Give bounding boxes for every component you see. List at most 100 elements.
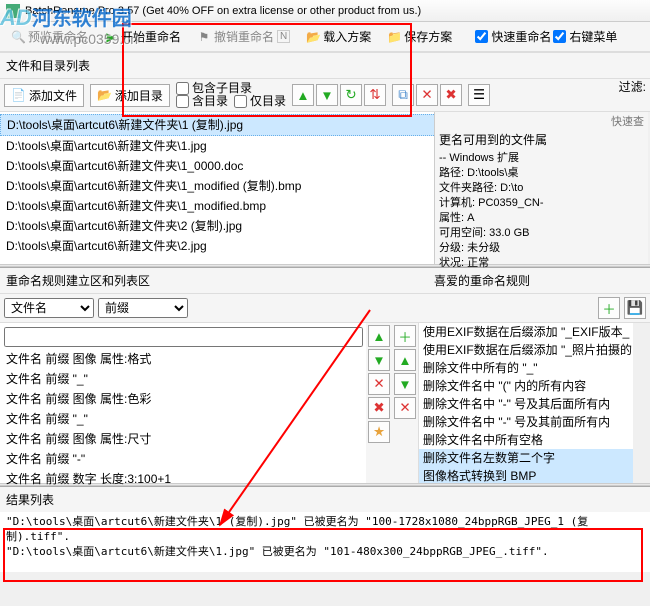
play-icon: ▶ <box>104 30 118 44</box>
fav-row[interactable]: 删除文件名中 "-" 号及其后面所有内 <box>419 395 633 413</box>
clear-icon: ✖ <box>373 400 384 416</box>
add-file-button[interactable]: 📄添加文件 <box>4 84 84 107</box>
rule-row[interactable]: 文件名 前缀 "-" <box>0 449 366 469</box>
list-icon: ☰ <box>473 87 485 103</box>
file-icon: 📄 <box>11 88 26 102</box>
file-row[interactable]: D:\tools\桌面\artcut6\新建文件夹\1.jpg <box>0 136 436 156</box>
fav-del-button[interactable]: ✕ <box>394 397 416 419</box>
file-row[interactable]: D:\tools\桌面\artcut6\新建文件夹\1_modified (复制… <box>0 176 436 196</box>
star-icon: ★ <box>373 424 385 440</box>
result-row: "D:\tools\桌面\artcut6\新建文件夹\1 (复制).jpg" 已… <box>6 514 644 544</box>
flag-icon: ⚑ <box>197 30 211 44</box>
rule-down-button[interactable]: ▼ <box>368 349 390 371</box>
file-row[interactable]: D:\tools\桌面\artcut6\新建文件夹\1_modified.bmp <box>0 196 436 216</box>
delete-button[interactable]: ✕ <box>416 84 438 106</box>
fav-side-buttons: ＋ ▲ ▼ ✕ <box>392 323 418 483</box>
file-row[interactable]: D:\tools\桌面\artcut6\新建文件夹\1_0000.doc <box>0 156 436 176</box>
fav-row[interactable]: 使用EXIF数据在后缀添加 "_照片拍摄的 <box>419 341 633 359</box>
rightmenu-checkbox[interactable]: 右键菜单 <box>553 28 617 45</box>
fav-row[interactable]: 图像格式转换到 BMP <box>419 467 633 483</box>
file-list[interactable]: D:\tools\桌面\artcut6\新建文件夹\1 (复制).jpg D:\… <box>0 112 436 264</box>
rules-section-header: 重命名规则建立区和列表区 喜爱的重命名规则 <box>0 267 650 294</box>
results-list[interactable]: "D:\tools\桌面\artcut6\新建文件夹\1 (复制).jpg" 已… <box>0 512 650 572</box>
filter-area: 过滤: <box>619 78 646 95</box>
preview-rename-button[interactable]: 🔍预览重命名 <box>4 25 95 48</box>
move-down-button[interactable]: ▼ <box>316 84 338 106</box>
fav-row[interactable]: 删除文件名左数第二个字 <box>419 449 633 467</box>
file-row[interactable]: D:\tools\桌面\artcut6\新建文件夹\1 (复制).jpg <box>0 114 436 136</box>
sort-button[interactable]: ⇅ <box>364 84 386 106</box>
rule-position-select[interactable]: 前缀 <box>98 298 188 318</box>
rule-up-button[interactable]: ▲ <box>368 325 390 347</box>
fav-row[interactable]: 删除文件名中 "(" 内的所有内容 <box>419 377 633 395</box>
window-titlebar: BatchRename Pro 3.57 (Get 40% OFF on ext… <box>0 0 650 22</box>
arrow-down-icon: ▼ <box>398 377 411 392</box>
plus-icon: ＋ <box>602 299 615 318</box>
file-toolbar: 📄添加文件 📂添加目录 包含子目录 含目录 仅目录 ▲ ▼ ↻ ⇅ ⧉ ✕ ✖ … <box>0 79 650 112</box>
rule-row[interactable]: 文件名 前缀 "_" <box>0 409 366 429</box>
list-button[interactable]: ☰ <box>468 84 490 106</box>
arrow-down-icon: ▼ <box>372 353 385 368</box>
file-row[interactable]: D:\tools\桌面\artcut6\新建文件夹\2 (复制).jpg <box>0 216 436 236</box>
arrow-up-icon: ▲ <box>398 353 411 368</box>
rule-row[interactable]: 文件名 前缀 图像 属性:尺寸 <box>0 429 366 449</box>
only-dir-checkbox[interactable]: 仅目录 <box>234 95 286 108</box>
fav-down-button[interactable]: ▼ <box>394 373 416 395</box>
remove-button[interactable]: ✖ <box>440 84 462 106</box>
undo-rename-button[interactable]: ⚑撤销重命名N <box>190 25 297 48</box>
save-plan-button[interactable]: 📁保存方案 <box>380 25 459 48</box>
fav-row[interactable]: 删除文件中所有的 "_" <box>419 359 633 377</box>
rule-row[interactable]: 文件名 前缀 "_" <box>0 369 366 389</box>
folder-icon: 📂 <box>97 88 112 102</box>
dir-options-group: 包含子目录 含目录 仅目录 <box>176 82 286 108</box>
rule-del-button[interactable]: ✕ <box>368 373 390 395</box>
load-plan-button[interactable]: 📂载入方案 <box>299 25 378 48</box>
sort-icon: ⇅ <box>369 87 380 103</box>
fav-row[interactable]: 使用EXIF数据在后缀添加 "_EXIF版本_ <box>419 323 633 341</box>
start-rename-button[interactable]: ▶开始重命名 <box>97 25 188 48</box>
rule-controls: 文件名 前缀 ＋ 💾 <box>0 294 650 323</box>
rule-side-buttons: ▲ ▼ ✕ ✖ ★ <box>366 323 392 483</box>
remove-icon: ✖ <box>445 87 456 103</box>
delete-icon: ✕ <box>373 376 384 392</box>
rule-row[interactable]: 文件名 前缀 图像 属性:色彩 <box>0 389 366 409</box>
refresh-icon: ↻ <box>345 87 356 103</box>
rule-save-button[interactable]: 💾 <box>624 297 646 319</box>
fav-row[interactable]: 删除文件名中所有空格 <box>419 431 633 449</box>
add-dir-button[interactable]: 📂添加目录 <box>90 84 170 107</box>
quick-rename-checkbox[interactable]: 快速重命名 <box>475 28 551 45</box>
delete-icon: ✕ <box>421 87 432 103</box>
arrow-down-icon: ▼ <box>320 88 333 103</box>
fav-row[interactable]: 删除文件名中 "-" 号及其前面所有内 <box>419 413 633 431</box>
save-icon: 💾 <box>627 300 644 316</box>
plus-icon: ＋ <box>398 327 411 346</box>
move-up-button[interactable]: ▲ <box>292 84 314 106</box>
rule-add-button[interactable]: ＋ <box>598 297 620 319</box>
result-row: "D:\tools\桌面\artcut6\新建文件夹\1.jpg" 已被更名为 … <box>6 544 644 559</box>
results-label: 结果列表 <box>0 486 650 512</box>
copy-button[interactable]: ⧉ <box>392 84 414 106</box>
rule-fav-button[interactable]: ★ <box>368 421 390 443</box>
preview-icon: 🔍 <box>11 30 25 44</box>
rule-clear-button[interactable]: ✖ <box>368 397 390 419</box>
delete-icon: ✕ <box>399 400 410 416</box>
rule-list[interactable]: 文件名 前缀 图像 属性:格式 文件名 前缀 "_" 文件名 前缀 图像 属性:… <box>0 323 366 483</box>
rule-row[interactable]: 文件名 前缀 图像 属性:格式 <box>0 349 366 369</box>
copy-icon: ⧉ <box>398 87 408 103</box>
arrow-up-icon: ▲ <box>296 88 309 103</box>
fav-add-button[interactable]: ＋ <box>394 325 416 347</box>
fav-up-button[interactable]: ▲ <box>394 349 416 371</box>
fav-rules-list[interactable]: 使用EXIF数据在后缀添加 "_EXIF版本_ 使用EXIF数据在后缀添加 "_… <box>418 323 633 483</box>
refresh-button[interactable]: ↻ <box>340 84 362 106</box>
include-dir-checkbox[interactable]: 含目录 <box>176 95 228 108</box>
rule-row[interactable]: 文件名 前缀 数字 长度:3:100+1 <box>0 469 366 489</box>
folder-save-icon: 📁 <box>387 30 401 44</box>
rules-area-label: 重命名规则建立区和列表区 <box>6 272 150 289</box>
file-row[interactable]: D:\tools\桌面\artcut6\新建文件夹\2.jpg <box>0 236 436 256</box>
rule-input[interactable] <box>4 327 363 347</box>
arrow-up-icon: ▲ <box>372 329 385 344</box>
window-title: BatchRename Pro 3.57 (Get 40% OFF on ext… <box>25 5 421 17</box>
main-toolbar: 🔍预览重命名 ▶开始重命名 ⚑撤销重命名N 📂载入方案 📁保存方案 快速重命名 … <box>0 22 650 52</box>
rule-target-select[interactable]: 文件名 <box>4 298 94 318</box>
filter-label: 过滤: <box>619 78 646 95</box>
